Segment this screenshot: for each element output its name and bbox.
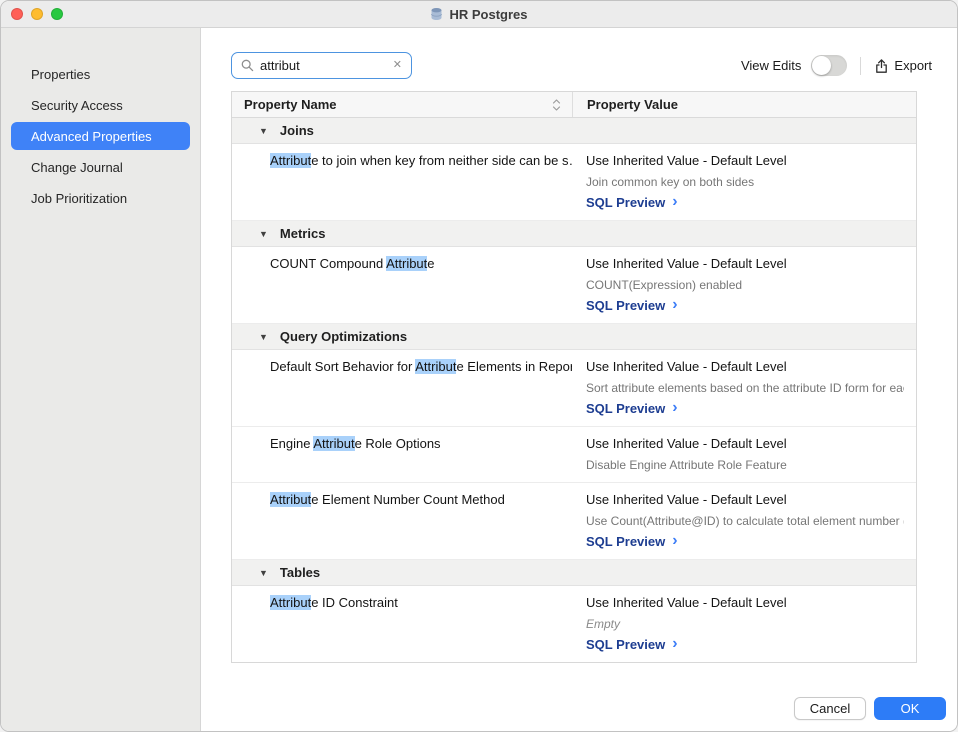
property-description: Use Count(Attribute@ID) to calculate tot… bbox=[586, 514, 904, 528]
property-value-dropdown[interactable]: Use Inherited Value - Default Level bbox=[586, 492, 787, 507]
table-header: Property Name Property Value bbox=[232, 92, 916, 118]
property-value-dropdown[interactable]: Use Inherited Value - Default Level bbox=[586, 436, 787, 451]
section-title: Metrics bbox=[280, 226, 326, 241]
property-description: Join common key on both sides bbox=[586, 175, 904, 189]
property-name: Engine Attribute Role Options bbox=[232, 427, 572, 482]
toolbar-divider bbox=[860, 57, 861, 75]
disclosure-triangle-icon: ▼ bbox=[259, 568, 268, 578]
section-title: Tables bbox=[280, 565, 320, 580]
disclosure-triangle-icon: ▼ bbox=[259, 126, 268, 136]
clear-search-icon[interactable]: ✕ bbox=[393, 60, 402, 71]
toolbar-right: View Edits Export bbox=[741, 55, 932, 76]
dialog-window: HR Postgres Properties Security Access A… bbox=[0, 0, 958, 732]
property-value-dropdown[interactable]: Use Inherited Value - Default Level bbox=[586, 359, 787, 374]
toggle-knob bbox=[812, 56, 831, 75]
disclosure-triangle-icon: ▼ bbox=[259, 332, 268, 342]
sql-preview-link[interactable]: SQL Preview› bbox=[586, 401, 678, 416]
table-row: Attribute ID Constraint Use Inherited Va… bbox=[232, 586, 916, 662]
view-edits-label: View Edits bbox=[741, 58, 801, 73]
sql-preview-link[interactable]: SQL Preview› bbox=[586, 298, 678, 313]
section-header-query-optimizations[interactable]: ▼ Query Optimizations bbox=[232, 324, 916, 350]
chevron-right-icon: › bbox=[672, 636, 677, 652]
property-description: COUNT(Expression) enabled bbox=[586, 278, 904, 292]
sidebar-item-properties[interactable]: Properties bbox=[11, 60, 190, 88]
chevron-right-icon: › bbox=[672, 297, 677, 313]
section-header-joins[interactable]: ▼ Joins bbox=[232, 118, 916, 144]
project-icon bbox=[430, 7, 443, 21]
sidebar: Properties Security Access Advanced Prop… bbox=[1, 28, 201, 731]
section-title: Joins bbox=[280, 123, 314, 138]
property-value-cell: Use Inherited Value - Default Level COUN… bbox=[572, 247, 916, 323]
sidebar-item-security-access[interactable]: Security Access bbox=[11, 91, 190, 119]
sql-preview-link[interactable]: SQL Preview› bbox=[586, 637, 678, 652]
section-header-metrics[interactable]: ▼ Metrics bbox=[232, 221, 916, 247]
chevron-right-icon: › bbox=[672, 533, 677, 549]
cancel-button[interactable]: Cancel bbox=[794, 697, 866, 720]
export-icon bbox=[874, 58, 889, 74]
property-description: Disable Engine Attribute Role Feature bbox=[586, 458, 904, 472]
sql-preview-link[interactable]: SQL Preview› bbox=[586, 534, 678, 549]
table-row: Attribute to join when key from neither … bbox=[232, 144, 916, 221]
property-name: Attribute Element Number Count Method bbox=[232, 483, 572, 559]
zoom-window-button[interactable] bbox=[51, 8, 63, 20]
search-icon bbox=[241, 59, 254, 72]
ok-button[interactable]: OK bbox=[874, 697, 946, 720]
property-value-dropdown[interactable]: Use Inherited Value - Default Level bbox=[586, 256, 787, 271]
column-header-property-value: Property Value bbox=[572, 92, 916, 117]
property-value-cell: Use Inherited Value - Default Level Sort… bbox=[572, 350, 916, 426]
property-name: Attribute to join when key from neither … bbox=[232, 144, 572, 220]
property-value-cell: Use Inherited Value - Default Level Join… bbox=[572, 144, 916, 220]
search-input[interactable] bbox=[260, 58, 387, 73]
main-content: ✕ View Edits Export bbox=[201, 28, 957, 731]
sidebar-item-change-journal[interactable]: Change Journal bbox=[11, 153, 190, 181]
table-row: Engine Attribute Role Options Use Inheri… bbox=[232, 427, 916, 483]
traffic-lights bbox=[11, 1, 63, 27]
property-name: Default Sort Behavior for Attribute Elem… bbox=[232, 350, 572, 426]
chevron-right-icon: › bbox=[672, 194, 677, 210]
property-value-dropdown[interactable]: Use Inherited Value - Default Level bbox=[586, 153, 787, 168]
chevron-right-icon: › bbox=[672, 400, 677, 416]
table-row: Default Sort Behavior for Attribute Elem… bbox=[232, 350, 916, 427]
property-name-header-label: Property Name bbox=[244, 97, 336, 112]
sql-preview-link[interactable]: SQL Preview› bbox=[586, 195, 678, 210]
close-window-button[interactable] bbox=[11, 8, 23, 20]
view-edits-toggle[interactable] bbox=[811, 55, 847, 76]
property-value-cell: Use Inherited Value - Default Level Empt… bbox=[572, 586, 916, 662]
property-description: Sort attribute elements based on the att… bbox=[586, 381, 904, 395]
export-label: Export bbox=[894, 58, 932, 73]
dialog-footer: Cancel OK bbox=[794, 697, 946, 720]
sidebar-item-advanced-properties[interactable]: Advanced Properties bbox=[11, 122, 190, 150]
toolbar: ✕ View Edits Export bbox=[231, 52, 932, 79]
column-header-property-name[interactable]: Property Name bbox=[232, 92, 572, 117]
table-row: COUNT Compound Attribute Use Inherited V… bbox=[232, 247, 916, 324]
section-title: Query Optimizations bbox=[280, 329, 407, 344]
property-description: Empty bbox=[586, 617, 904, 631]
properties-table: Property Name Property Value ▼ Joins bbox=[231, 91, 917, 663]
search-field[interactable]: ✕ bbox=[231, 52, 412, 79]
property-name: Attribute ID Constraint bbox=[232, 586, 572, 662]
property-value-dropdown[interactable]: Use Inherited Value - Default Level bbox=[586, 595, 787, 610]
property-value-cell: Use Inherited Value - Default Level Use … bbox=[572, 483, 916, 559]
titlebar: HR Postgres bbox=[1, 1, 957, 28]
sidebar-item-job-prioritization[interactable]: Job Prioritization bbox=[11, 184, 190, 212]
export-button[interactable]: Export bbox=[874, 58, 932, 74]
disclosure-triangle-icon: ▼ bbox=[259, 229, 268, 239]
window-title-area: HR Postgres bbox=[430, 7, 527, 22]
property-value-cell: Use Inherited Value - Default Level Disa… bbox=[572, 427, 916, 482]
sort-icon[interactable] bbox=[551, 98, 562, 112]
window-title: HR Postgres bbox=[449, 7, 527, 22]
property-name: COUNT Compound Attribute bbox=[232, 247, 572, 323]
table-row: Attribute Element Number Count Method Us… bbox=[232, 483, 916, 560]
minimize-window-button[interactable] bbox=[31, 8, 43, 20]
section-header-tables[interactable]: ▼ Tables bbox=[232, 560, 916, 586]
